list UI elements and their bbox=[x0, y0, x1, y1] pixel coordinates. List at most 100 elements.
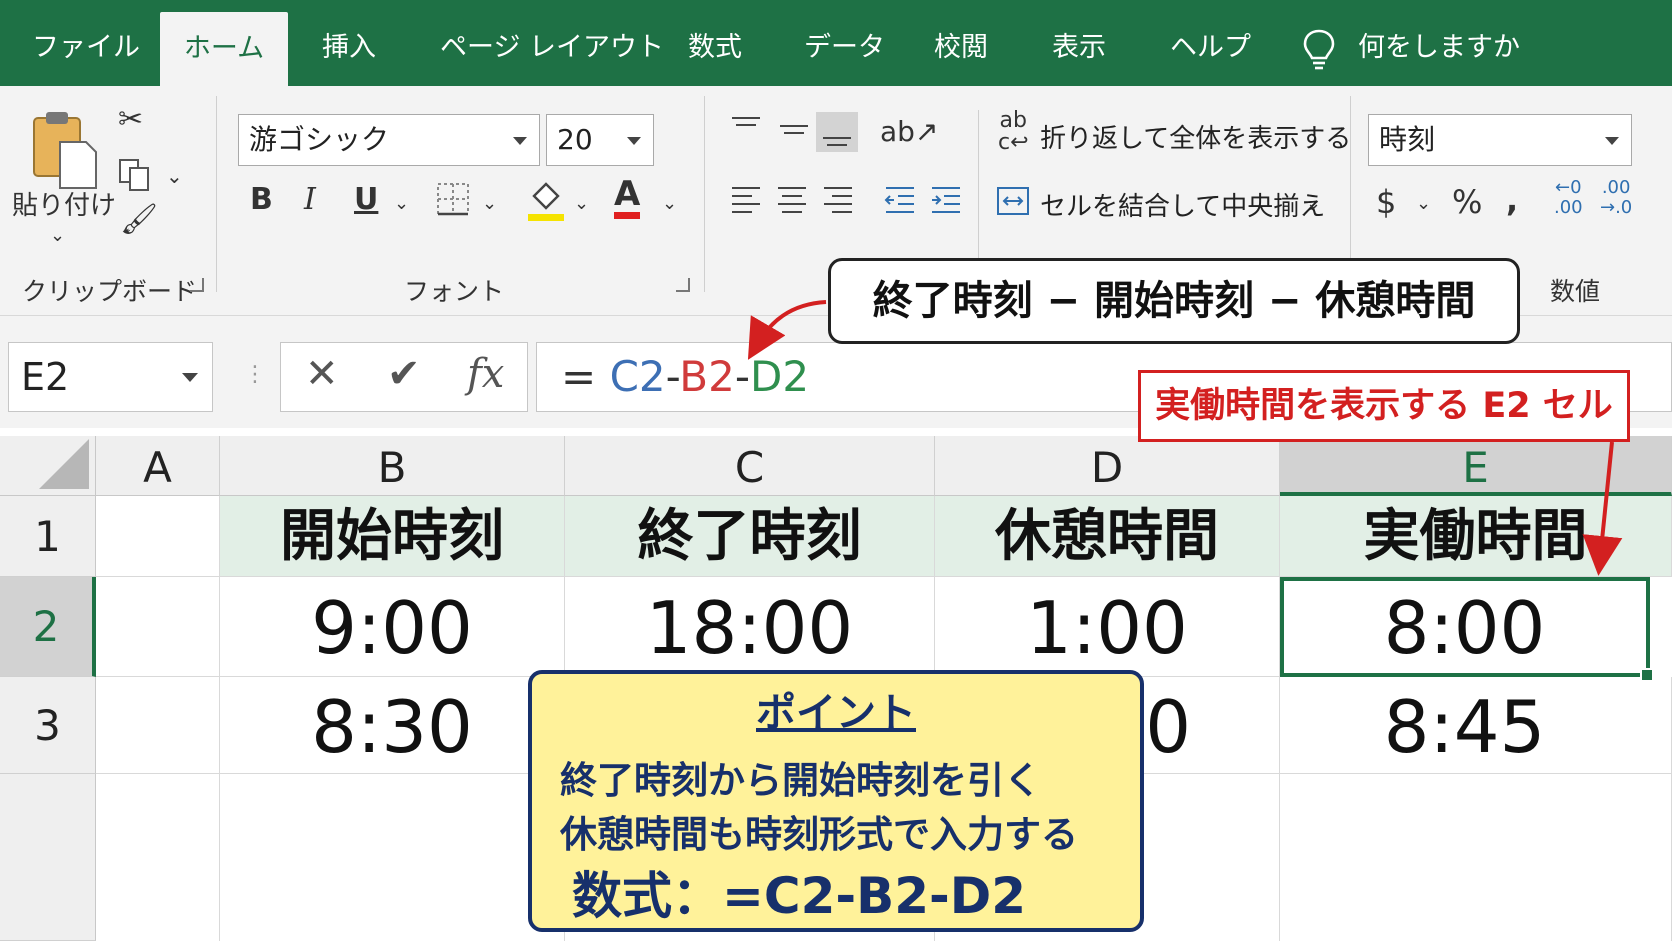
insert-function-fx-button[interactable]: fx bbox=[467, 351, 504, 397]
fill-handle[interactable] bbox=[1640, 668, 1654, 682]
cell-d1[interactable]: 休憩時間 bbox=[935, 496, 1280, 577]
number-format-combo[interactable]: 時刻 bbox=[1368, 114, 1632, 166]
cell-e1[interactable]: 実働時間 bbox=[1280, 496, 1672, 577]
clipboard-dialog-launcher-icon[interactable] bbox=[190, 278, 204, 292]
decrease-indent-icon[interactable] bbox=[884, 187, 914, 213]
column-header-a[interactable]: A bbox=[96, 436, 220, 496]
cell-empty[interactable] bbox=[1280, 774, 1672, 941]
cell-empty[interactable] bbox=[96, 774, 220, 941]
row-header-2[interactable]: 2 bbox=[0, 577, 96, 677]
borders-icon[interactable] bbox=[436, 182, 470, 216]
number-group-label: 数値 bbox=[1550, 277, 1601, 306]
e2-cell-callout: 実働時間を表示する E2 セル bbox=[1138, 370, 1630, 442]
font-size-combo[interactable]: 20 bbox=[546, 114, 654, 166]
increase-indent-icon[interactable] bbox=[932, 187, 960, 213]
tab-review[interactable]: 校閲 bbox=[934, 0, 988, 86]
ribbon-separator bbox=[704, 96, 705, 292]
cell-d2[interactable]: 1:00 bbox=[935, 577, 1280, 677]
merge-center-button[interactable]: セルを結合して中央揃え bbox=[1040, 186, 1325, 223]
font-name-combo[interactable]: 游ゴシック bbox=[238, 114, 540, 166]
font-size-chevron-down-icon bbox=[627, 137, 641, 145]
fill-color-dropdown-chevron-icon[interactable]: ⌄ bbox=[574, 184, 589, 224]
currency-dropdown-chevron-icon[interactable]: ⌄ bbox=[1416, 184, 1431, 224]
underline-dropdown-chevron-icon[interactable]: ⌄ bbox=[394, 184, 409, 224]
formula-buttons: ✕ ✔ fx bbox=[280, 342, 528, 412]
currency-button[interactable]: $ bbox=[1376, 182, 1396, 222]
merge-dropdown-chevron-icon[interactable]: ⌄ bbox=[1306, 184, 1321, 224]
formula-equals: = bbox=[561, 352, 597, 401]
cell-a3[interactable] bbox=[96, 677, 220, 774]
tell-me-search[interactable]: 何をしますか bbox=[1358, 0, 1520, 86]
point-title: ポイント bbox=[756, 690, 916, 736]
formula-bar-grip-icon[interactable]: ⋮ bbox=[244, 362, 266, 387]
tab-insert[interactable]: 挿入 bbox=[322, 0, 376, 86]
copy-icon[interactable] bbox=[118, 158, 152, 192]
row-header-1[interactable]: 1 bbox=[0, 496, 96, 577]
comma-style-button[interactable]: , bbox=[1506, 180, 1518, 220]
orientation-icon[interactable]: ab↗ bbox=[880, 112, 938, 152]
decrease-decimal-icon[interactable]: .00 →.0 bbox=[1600, 178, 1632, 218]
wrap-text-button[interactable]: 折り返して全体を表示する bbox=[1040, 118, 1351, 155]
enter-check-icon[interactable]: ✔ bbox=[387, 351, 421, 397]
font-color-dropdown-chevron-icon[interactable]: ⌄ bbox=[662, 184, 677, 224]
font-size-value: 20 bbox=[557, 123, 593, 156]
cell-e3[interactable]: 8:45 bbox=[1280, 677, 1672, 774]
format-painter-icon[interactable]: 🖌 bbox=[120, 200, 158, 240]
row-header-3[interactable]: 3 bbox=[0, 677, 96, 774]
tab-help[interactable]: ヘルプ bbox=[1170, 0, 1251, 86]
formula-ref-c2: C2 bbox=[609, 352, 666, 401]
lightbulb-icon[interactable] bbox=[1302, 28, 1336, 72]
point-line-2: 休憩時間も時刻形式で入力する bbox=[560, 813, 1078, 856]
cell-b2[interactable]: 9:00 bbox=[220, 577, 565, 677]
copy-dropdown-chevron-icon[interactable]: ⌄ bbox=[166, 156, 183, 196]
formula-ref-d2: D2 bbox=[750, 352, 810, 401]
name-box-chevron-down-icon bbox=[182, 373, 198, 382]
clipboard-group-label: クリップボード bbox=[22, 277, 198, 306]
tab-home[interactable]: ホーム bbox=[160, 12, 288, 86]
paste-dropdown-chevron-icon[interactable]: ⌄ bbox=[50, 216, 65, 256]
cell-empty[interactable] bbox=[220, 774, 565, 941]
bold-button[interactable]: B bbox=[250, 180, 273, 220]
cancel-x-icon[interactable]: ✕ bbox=[305, 351, 339, 397]
merge-center-icon[interactable] bbox=[996, 184, 1030, 218]
tab-data[interactable]: データ bbox=[804, 0, 885, 86]
cell-c1[interactable]: 終了時刻 bbox=[565, 496, 935, 577]
align-left-icon[interactable] bbox=[732, 187, 760, 213]
cell-c2[interactable]: 18:00 bbox=[565, 577, 935, 677]
font-group-label: フォント bbox=[404, 277, 505, 306]
font-color-button[interactable]: A bbox=[614, 176, 641, 219]
wrap-text-icon[interactable]: ab c↩ bbox=[998, 110, 1029, 154]
tab-formulas[interactable]: 数式 bbox=[688, 0, 742, 86]
column-header-b[interactable]: B bbox=[220, 436, 565, 496]
increase-decimal-icon[interactable]: ←0.00 bbox=[1554, 178, 1583, 218]
fill-color-bucket-icon[interactable] bbox=[526, 178, 566, 222]
font-dialog-launcher-icon[interactable] bbox=[676, 278, 690, 292]
column-header-e[interactable]: E bbox=[1280, 436, 1672, 496]
name-box[interactable]: E2 bbox=[8, 342, 213, 412]
column-header-c[interactable]: C bbox=[565, 436, 935, 496]
tab-page-layout[interactable]: ページ レイアウト bbox=[440, 0, 664, 86]
tab-file[interactable]: ファイル bbox=[32, 0, 140, 86]
horizontal-align-icons bbox=[732, 187, 960, 213]
cell-a1[interactable] bbox=[96, 496, 220, 577]
align-center-icon[interactable] bbox=[778, 187, 806, 213]
italic-button[interactable]: I bbox=[304, 180, 316, 220]
paste-icon[interactable] bbox=[30, 106, 100, 190]
select-all-corner[interactable] bbox=[0, 436, 96, 496]
cell-a2[interactable] bbox=[96, 577, 220, 677]
percent-button[interactable]: % bbox=[1452, 182, 1482, 222]
cell-b3[interactable]: 8:30 bbox=[220, 677, 565, 774]
cut-scissors-icon[interactable]: ✂ bbox=[118, 100, 143, 140]
align-right-icon[interactable] bbox=[824, 187, 852, 213]
cell-b1[interactable]: 開始時刻 bbox=[220, 496, 565, 577]
column-header-d[interactable]: D bbox=[935, 436, 1280, 496]
formula-ref-b2: B2 bbox=[679, 352, 735, 401]
align-middle-icon[interactable] bbox=[780, 125, 808, 134]
borders-dropdown-chevron-icon[interactable]: ⌄ bbox=[482, 184, 497, 224]
underline-button[interactable]: U bbox=[354, 180, 378, 220]
align-top-icon[interactable] bbox=[732, 117, 760, 126]
tab-view[interactable]: 表示 bbox=[1052, 0, 1106, 86]
select-all-triangle-icon bbox=[39, 439, 89, 489]
formula-minus: - bbox=[665, 352, 680, 401]
number-format-value: 時刻 bbox=[1379, 123, 1436, 156]
